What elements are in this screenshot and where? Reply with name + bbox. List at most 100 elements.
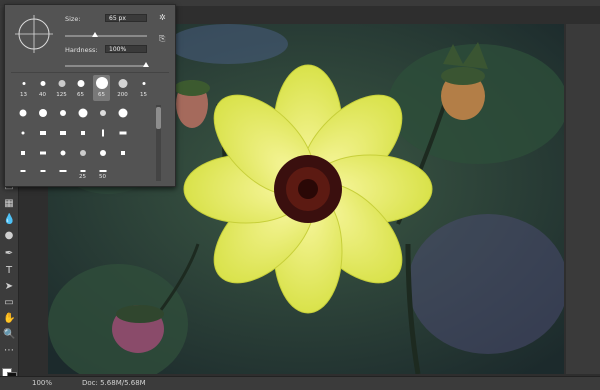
brush-tip-cell[interactable] xyxy=(95,105,111,121)
preset-size-label: 65 xyxy=(77,92,84,98)
brush-tip-cell[interactable] xyxy=(35,125,51,141)
brush-tip-icon xyxy=(59,170,67,172)
preset-size-label: 13 xyxy=(20,92,27,98)
zoom-tool-icon[interactable]: 🔍 xyxy=(3,329,15,341)
brush-tips-grid: 25 50 xyxy=(15,105,149,181)
brush-tip-cell[interactable] xyxy=(95,145,111,161)
yellow-dahlia-flower xyxy=(183,64,433,314)
hardness-label: Hardness: xyxy=(65,46,98,54)
brush-tip-icon xyxy=(58,80,65,87)
brush-tip-icon xyxy=(60,131,66,135)
preset-size-label: 65 xyxy=(98,92,105,98)
preset-size-label: 15 xyxy=(140,92,147,98)
path-selection-tool-icon[interactable]: ➤ xyxy=(3,281,15,293)
brush-tip-icon xyxy=(118,108,128,118)
brush-tip-icon xyxy=(80,170,86,172)
hardness-slider[interactable] xyxy=(65,65,147,67)
blur-tool-icon[interactable]: 💧 xyxy=(3,214,15,226)
brush-preset-40[interactable]: 40 xyxy=(34,75,51,101)
brush-tip-icon xyxy=(40,81,45,86)
hardness-slider-knob[interactable] xyxy=(143,62,149,67)
size-label: Size: xyxy=(65,15,81,23)
brush-tip-size-label: 50 xyxy=(99,174,106,180)
preset-size-label: 200 xyxy=(117,92,128,98)
brush-tip-icon xyxy=(40,170,46,172)
gear-icon[interactable]: ✲ xyxy=(159,14,167,22)
brush-tip-icon xyxy=(19,109,27,117)
brush-tip-cell[interactable] xyxy=(75,105,91,121)
brush-tip-icon xyxy=(102,129,104,137)
brush-tip-icon xyxy=(60,150,66,156)
divider xyxy=(11,72,169,73)
brush-tip-cell[interactable] xyxy=(55,163,71,179)
brush-tip-cell[interactable] xyxy=(55,105,71,121)
type-tool-icon[interactable]: T xyxy=(3,265,15,277)
brush-angle-preview-icon[interactable] xyxy=(15,15,53,53)
brush-tip-icon xyxy=(100,110,106,116)
dodge-tool-icon[interactable]: ● xyxy=(3,230,15,242)
brush-tip-cell[interactable] xyxy=(115,145,131,161)
brush-tip-cell[interactable] xyxy=(95,125,111,141)
brush-tip-icon xyxy=(22,82,25,85)
brush-tip-cell[interactable] xyxy=(55,145,71,161)
brush-preset-13[interactable]: 13 xyxy=(15,75,32,101)
brush-tip-icon xyxy=(80,150,86,156)
brush-tip-cell[interactable] xyxy=(35,105,51,121)
brush-tip-cell[interactable] xyxy=(15,163,31,179)
zoom-level[interactable]: 100% xyxy=(32,379,52,387)
brush-preset-65-selected[interactable]: 65 xyxy=(93,75,110,101)
new-preset-icon[interactable]: ⎘ xyxy=(159,35,167,43)
size-field[interactable]: 65 px xyxy=(105,14,147,22)
status-bar: 100% Doc: 5.68M/5.68M xyxy=(0,376,600,390)
brush-preset-200[interactable]: 200 xyxy=(114,75,131,101)
more-tools-icon[interactable]: ⋯ xyxy=(3,345,15,357)
brush-preset-picker: Size: 65 px Hardness: 100% ✲ ⎘ 13 40 125… xyxy=(4,4,176,187)
brush-preset-125[interactable]: 125 xyxy=(53,75,70,101)
brush-tip-icon xyxy=(118,79,127,88)
hardness-field[interactable]: 100% xyxy=(105,45,147,53)
scrollbar-thumb[interactable] xyxy=(156,107,161,129)
brush-tip-icon xyxy=(77,80,84,87)
brush-tip-icon xyxy=(81,131,85,135)
bottom-bud xyxy=(112,305,164,353)
brush-tip-icon xyxy=(100,150,106,156)
rectangle-tool-icon[interactable]: ▭ xyxy=(3,297,15,309)
brush-tip-icon xyxy=(99,170,107,172)
preset-size-label: 40 xyxy=(39,92,46,98)
brush-tip-icon xyxy=(39,109,47,117)
brush-tip-icon xyxy=(21,151,25,155)
brush-list-scrollbar[interactable] xyxy=(156,105,161,181)
brush-tip-cell[interactable] xyxy=(15,105,31,121)
brush-tip-cell[interactable] xyxy=(35,145,51,161)
right-scroll-area[interactable] xyxy=(566,24,600,374)
brush-tip-cell[interactable] xyxy=(15,145,31,161)
brush-tip-cell[interactable] xyxy=(55,125,71,141)
preset-size-label: 125 xyxy=(56,92,67,98)
brush-tip-size-label: 25 xyxy=(79,174,86,180)
gradient-tool-icon[interactable]: ▦ xyxy=(3,198,15,210)
brush-tip-cell[interactable] xyxy=(75,145,91,161)
brush-tip-icon xyxy=(121,151,125,155)
size-slider-knob[interactable] xyxy=(92,32,98,37)
brush-tip-icon xyxy=(40,131,46,135)
brush-tip-cell[interactable] xyxy=(115,125,131,141)
brush-tip-icon xyxy=(20,170,26,172)
brush-tip-icon xyxy=(78,108,88,118)
brush-tip-icon xyxy=(60,110,66,116)
brush-tip-cell[interactable] xyxy=(35,163,51,179)
brush-tip-cell[interactable] xyxy=(75,125,91,141)
brush-tip-cell[interactable] xyxy=(115,105,131,121)
brush-presets-row: 13 40 125 65 65 200 15 xyxy=(15,75,155,101)
size-slider[interactable] xyxy=(65,35,147,37)
brush-tip-icon xyxy=(21,131,25,135)
brush-preset-15[interactable]: 15 xyxy=(135,75,152,101)
document-size[interactable]: Doc: 5.68M/5.68M xyxy=(82,379,146,387)
hand-tool-icon[interactable]: ✋ xyxy=(3,313,15,325)
brush-tip-icon xyxy=(142,82,145,85)
brush-tip-cell[interactable] xyxy=(15,125,31,141)
brush-preset-65[interactable]: 65 xyxy=(72,75,89,101)
pen-tool-icon[interactable]: ✒ xyxy=(3,248,15,260)
brush-tip-icon xyxy=(119,131,127,135)
brush-tip-icon xyxy=(40,151,46,155)
brush-tip-icon xyxy=(95,77,108,89)
